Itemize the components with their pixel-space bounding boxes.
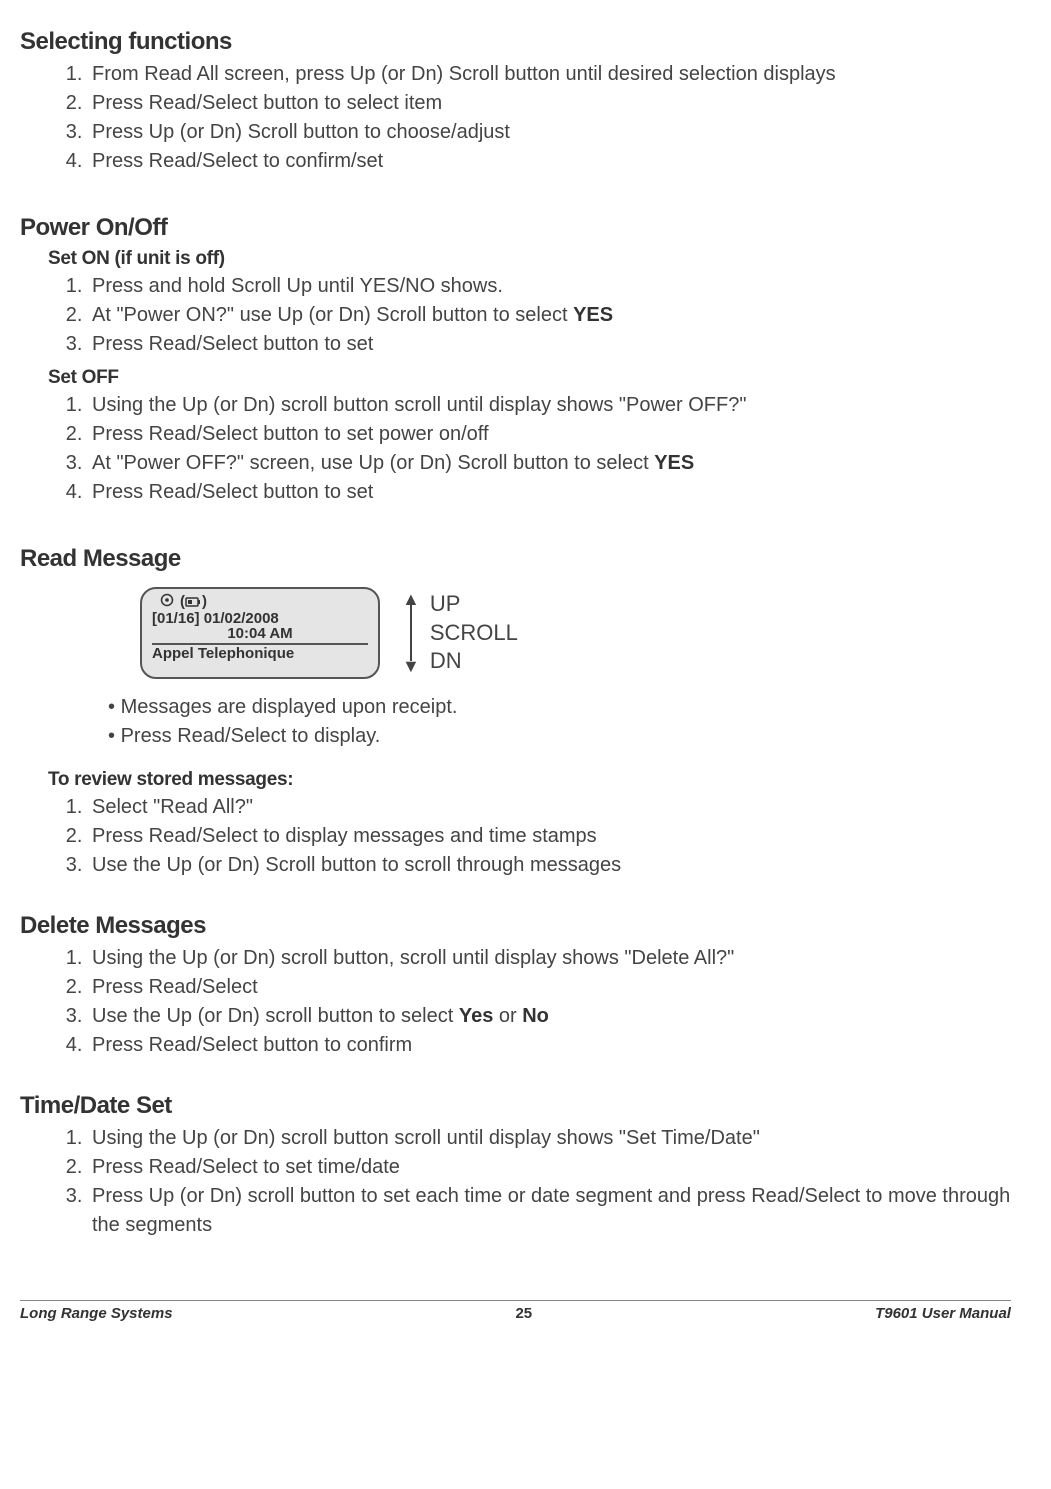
footer-right: T9601 User Manual	[875, 1305, 1011, 1322]
lcd-diagram: () [01/16] 01/02/2008 10:04 AM Appel Tel…	[140, 587, 1011, 679]
step-item: Select "Read All?"	[88, 793, 1011, 822]
step-item: Press Read/Select button to set power on…	[88, 420, 1011, 449]
arrow-line-icon	[410, 605, 412, 661]
bold-yes: YES	[654, 452, 694, 474]
step-item: Press Read/Select to set time/date	[88, 1153, 1011, 1182]
step-text: At "Power ON?" use Up (or Dn) Scroll but…	[92, 304, 573, 326]
heading-delete-messages: Delete Messages	[20, 912, 1011, 940]
heading-selecting-functions: Selecting functions	[20, 28, 1011, 56]
step-item: Press Read/Select button to confirm	[88, 1031, 1011, 1060]
step-text: Use the Up (or Dn) scroll button to sele…	[92, 1005, 459, 1027]
battery-signal-icon: ()	[180, 593, 206, 610]
step-item: At "Power OFF?" screen, use Up (or Dn) S…	[88, 449, 1011, 478]
arrow-down-icon: ▼	[402, 661, 420, 672]
lcd-line-message: Appel Telephonique	[152, 645, 368, 662]
bullet-item: Press Read/Select to display.	[120, 722, 1011, 751]
label-up: UP	[430, 590, 518, 619]
arrow-up-icon: ▲	[402, 594, 420, 605]
subheading-set-on: Set ON (if unit is off)	[48, 248, 1011, 270]
step-item: Press and hold Scroll Up until YES/NO sh…	[88, 272, 1011, 301]
lcd-line-time: 10:04 AM	[152, 625, 368, 642]
read-message-bullets: Messages are displayed upon receipt. Pre…	[120, 693, 1011, 751]
label-dn: DN	[430, 647, 518, 676]
delete-steps-list: Using the Up (or Dn) scroll button, scro…	[88, 944, 1011, 1060]
bold-yes: YES	[573, 304, 613, 326]
step-item: Press Up (or Dn) Scroll button to choose…	[88, 118, 1011, 147]
record-icon	[160, 593, 174, 610]
step-item: Using the Up (or Dn) scroll button scrol…	[88, 391, 1011, 420]
time-date-steps-list: Using the Up (or Dn) scroll button scrol…	[88, 1124, 1011, 1240]
step-item: Using the Up (or Dn) scroll button, scro…	[88, 944, 1011, 973]
set-off-steps-list: Using the Up (or Dn) scroll button scrol…	[88, 391, 1011, 507]
step-item: From Read All screen, press Up (or Dn) S…	[88, 60, 1011, 89]
step-item: Using the Up (or Dn) scroll button scrol…	[88, 1124, 1011, 1153]
review-stored-steps: Select "Read All?" Press Read/Select to …	[88, 793, 1011, 880]
step-item: Press Read/Select	[88, 973, 1011, 1002]
page-footer: Long Range Systems 25 T9601 User Manual	[20, 1300, 1011, 1322]
label-scroll: SCROLL	[430, 619, 518, 648]
bold-yes: Yes	[459, 1005, 493, 1027]
heading-power-on-off: Power On/Off	[20, 214, 1011, 242]
subheading-set-off: Set OFF	[48, 367, 1011, 389]
step-item: Press Read/Select button to set	[88, 330, 1011, 359]
lcd-status-icons: ()	[160, 593, 368, 610]
bullet-item: Messages are displayed upon receipt.	[120, 693, 1011, 722]
footer-left: Long Range Systems	[20, 1305, 173, 1322]
scroll-arrow-diagram: ▲ ▼	[402, 594, 420, 672]
step-text: At "Power OFF?" screen, use Up (or Dn) S…	[92, 452, 654, 474]
manual-page: Selecting functions From Read All screen…	[0, 0, 1051, 1332]
step-item: At "Power ON?" use Up (or Dn) Scroll but…	[88, 301, 1011, 330]
step-item: Press Read/Select to confirm/set	[88, 147, 1011, 176]
bold-no: No	[522, 1005, 549, 1027]
set-on-steps-list: Press and hold Scroll Up until YES/NO sh…	[88, 272, 1011, 359]
step-item: Press Read/Select button to select item	[88, 89, 1011, 118]
step-text: or	[493, 1005, 522, 1027]
footer-page-number: 25	[515, 1305, 532, 1322]
step-item: Press Read/Select to display messages an…	[88, 822, 1011, 851]
selecting-steps-list: From Read All screen, press Up (or Dn) S…	[88, 60, 1011, 176]
lcd-screen: () [01/16] 01/02/2008 10:04 AM Appel Tel…	[140, 587, 380, 679]
scroll-labels: UP SCROLL DN	[430, 590, 518, 676]
heading-time-date-set: Time/Date Set	[20, 1092, 1011, 1120]
step-item: Use the Up (or Dn) scroll button to sele…	[88, 1002, 1011, 1031]
step-item: Use the Up (or Dn) Scroll button to scro…	[88, 851, 1011, 880]
step-item: Press Up (or Dn) scroll button to set ea…	[88, 1182, 1011, 1240]
heading-read-message: Read Message	[20, 545, 1011, 573]
subheading-review-stored: To review stored messages:	[48, 769, 1011, 791]
step-item: Press Read/Select button to set	[88, 478, 1011, 507]
